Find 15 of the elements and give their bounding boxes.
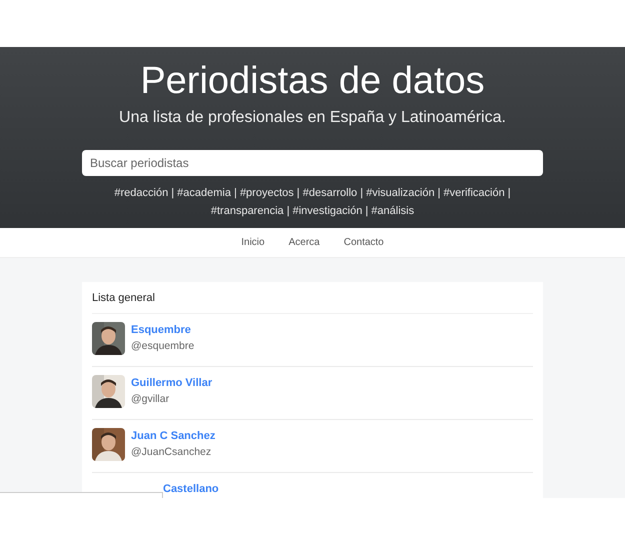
person-handle: @esquembre <box>131 338 194 354</box>
nav-link[interactable]: Inicio <box>241 235 265 250</box>
site-subtitle: Una lista de profesionales en España y Latinoamérica. <box>119 108 506 128</box>
person-name[interactable]: Castellano <box>163 480 219 496</box>
list-title: Lista general <box>92 290 533 314</box>
person-handle: @gvillar <box>131 392 170 406</box>
person-name[interactable]: Guillermo Villar <box>131 374 212 390</box>
person-name[interactable]: Juan C Sanchez <box>131 428 216 444</box>
tag-list: #redacción | #academia | #proyectos | #desarrollo | #visualización | #verificación | #transparencia | #investigación | #análisis <box>92 184 532 220</box>
nav-link[interactable]: Contacto <box>344 235 384 250</box>
person-name[interactable]: Esquembre <box>131 322 194 338</box>
search-field[interactable]: Buscar periodistas <box>82 150 543 176</box>
person-handle: @JuanCsanchez <box>131 444 212 460</box>
site-title: Periodistas de datos <box>140 59 485 103</box>
nav-link[interactable]: Acerca <box>288 235 320 250</box>
